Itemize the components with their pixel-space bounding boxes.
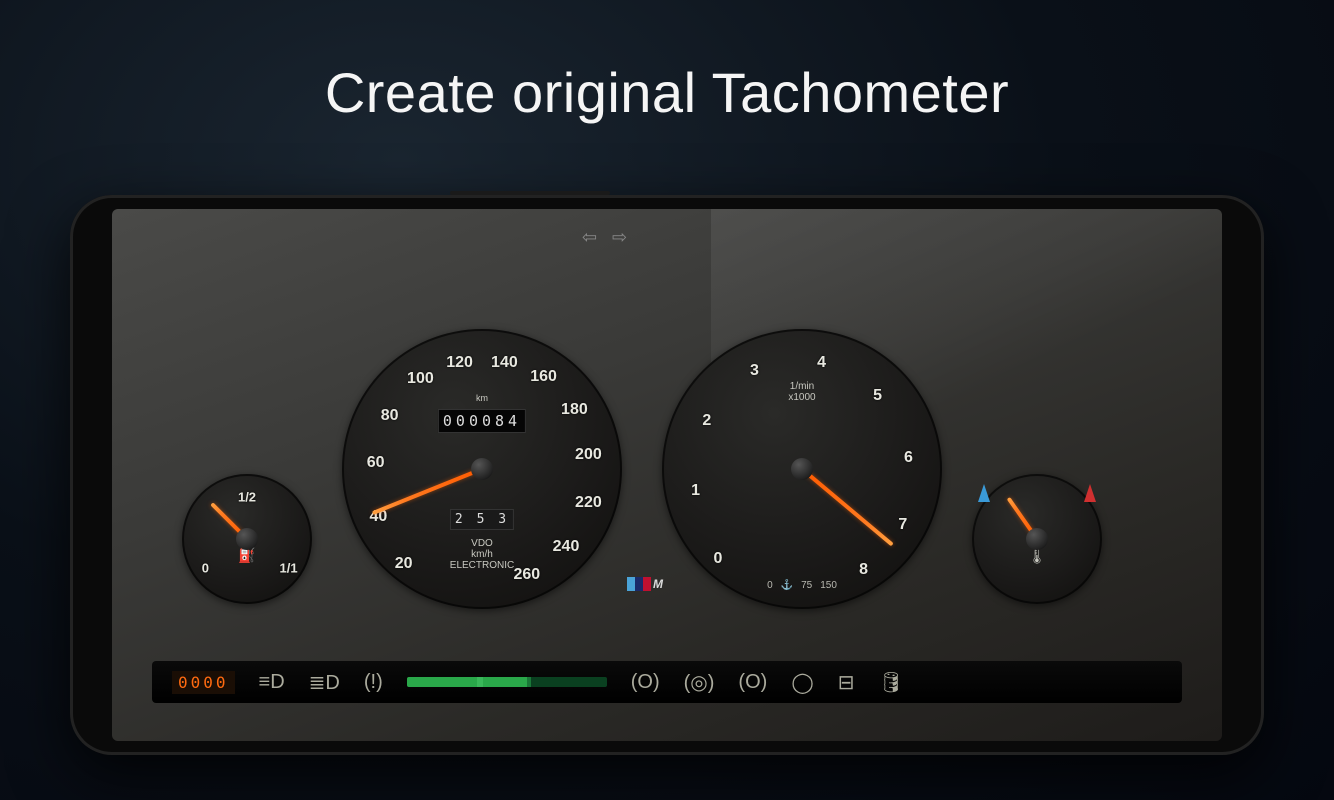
fuel-needle-cap: [236, 528, 258, 550]
tach-4: 4: [817, 354, 826, 372]
oil-75: 75: [801, 580, 812, 591]
brake-pad-icon: (O): [631, 671, 660, 694]
turn-right-indicator: ⇨: [612, 227, 627, 248]
oil-150: 150: [820, 580, 837, 591]
trip-odometer: 2 5 3: [450, 509, 514, 530]
speed-needle: [372, 467, 483, 515]
tach-7: 7: [898, 516, 907, 534]
odo-km-label: km: [476, 393, 488, 403]
headlight-icon: ≣D: [309, 670, 340, 695]
m-badge: M: [627, 577, 663, 591]
tach-5: 5: [873, 387, 882, 405]
brake-warn-icon: (!): [364, 671, 383, 694]
temp-gauge: 🌡: [972, 474, 1102, 604]
speed-200: 200: [575, 446, 602, 464]
speed-120: 120: [446, 354, 473, 372]
warning-light-strip: 0000 ≡D ≣D (!) (O) (◎) (O) ◯ ⊟ 🛢: [152, 661, 1182, 703]
speed-140: 140: [491, 354, 518, 372]
speed-180: 180: [561, 401, 588, 419]
abs-icon: (◎): [684, 670, 715, 695]
fuel-tick-0: 0: [202, 560, 209, 575]
oil-pressure-subgauge: 0 ⚓ 75 150: [767, 580, 837, 591]
temp-cold-marker: [978, 484, 990, 502]
temp-needle-cap: [1026, 528, 1048, 550]
temp-hot-marker: [1084, 484, 1096, 502]
tachometer: 0 1 2 3 4 5 6 7 8 1/min x1000 0 ⚓ 75 150: [662, 329, 942, 609]
econ-bar: [407, 677, 607, 687]
tach-1: 1: [691, 482, 700, 500]
fuel-tick-full: 1/1: [280, 560, 298, 575]
fuel-tick-half: 1/2: [238, 490, 256, 505]
tach-unit-label: 1/min x1000: [788, 381, 815, 403]
headline: Create original Tachometer: [0, 60, 1334, 125]
tach-2: 2: [702, 412, 711, 430]
tach-needle: [801, 467, 894, 546]
m-badge-letter: M: [651, 577, 663, 591]
speed-260: 260: [513, 566, 540, 584]
speed-100: 100: [407, 370, 434, 388]
speed-unit-label: VDO km/h ELECTRONIC: [450, 538, 514, 571]
brake-system-icon: (O): [738, 671, 767, 694]
check-icon: ◯: [791, 670, 813, 695]
speedometer: 20 40 60 80 100 120 140 160 180 200 220 …: [342, 329, 622, 609]
dashboard-photo: ⇦ ⇨ 0 1/2 1/1 ⛽ 20 40 60 80 100 120 140: [112, 209, 1222, 741]
speed-240: 240: [553, 538, 580, 556]
phone-frame: ⇦ ⇨ 0 1/2 1/1 ⛽ 20 40 60 80 100 120 140: [70, 195, 1264, 755]
fog-light-icon: ≡D: [259, 671, 285, 694]
tach-8: 8: [859, 561, 868, 579]
tach-3: 3: [750, 362, 759, 380]
oil-icon: 🛢: [878, 670, 903, 695]
battery-icon: ⊟: [838, 670, 855, 695]
tach-0: 0: [714, 550, 723, 568]
turn-left-indicator: ⇦: [582, 227, 597, 248]
tach-needle-cap: [791, 458, 813, 480]
speed-60: 60: [367, 454, 385, 472]
speed-220: 220: [575, 494, 602, 512]
tach-6: 6: [904, 449, 913, 467]
digital-clock: 0000: [172, 671, 235, 694]
speed-80: 80: [381, 407, 399, 425]
speed-20: 20: [395, 555, 413, 573]
oil-0: 0: [767, 580, 773, 591]
speed-needle-cap: [471, 458, 493, 480]
fuel-gauge: 0 1/2 1/1 ⛽: [182, 474, 312, 604]
instrument-cluster: 0 1/2 1/1 ⛽ 20 40 60 80 100 120 140 160 …: [152, 299, 1182, 629]
odometer: 000084: [438, 409, 526, 433]
speed-160: 160: [530, 368, 557, 386]
